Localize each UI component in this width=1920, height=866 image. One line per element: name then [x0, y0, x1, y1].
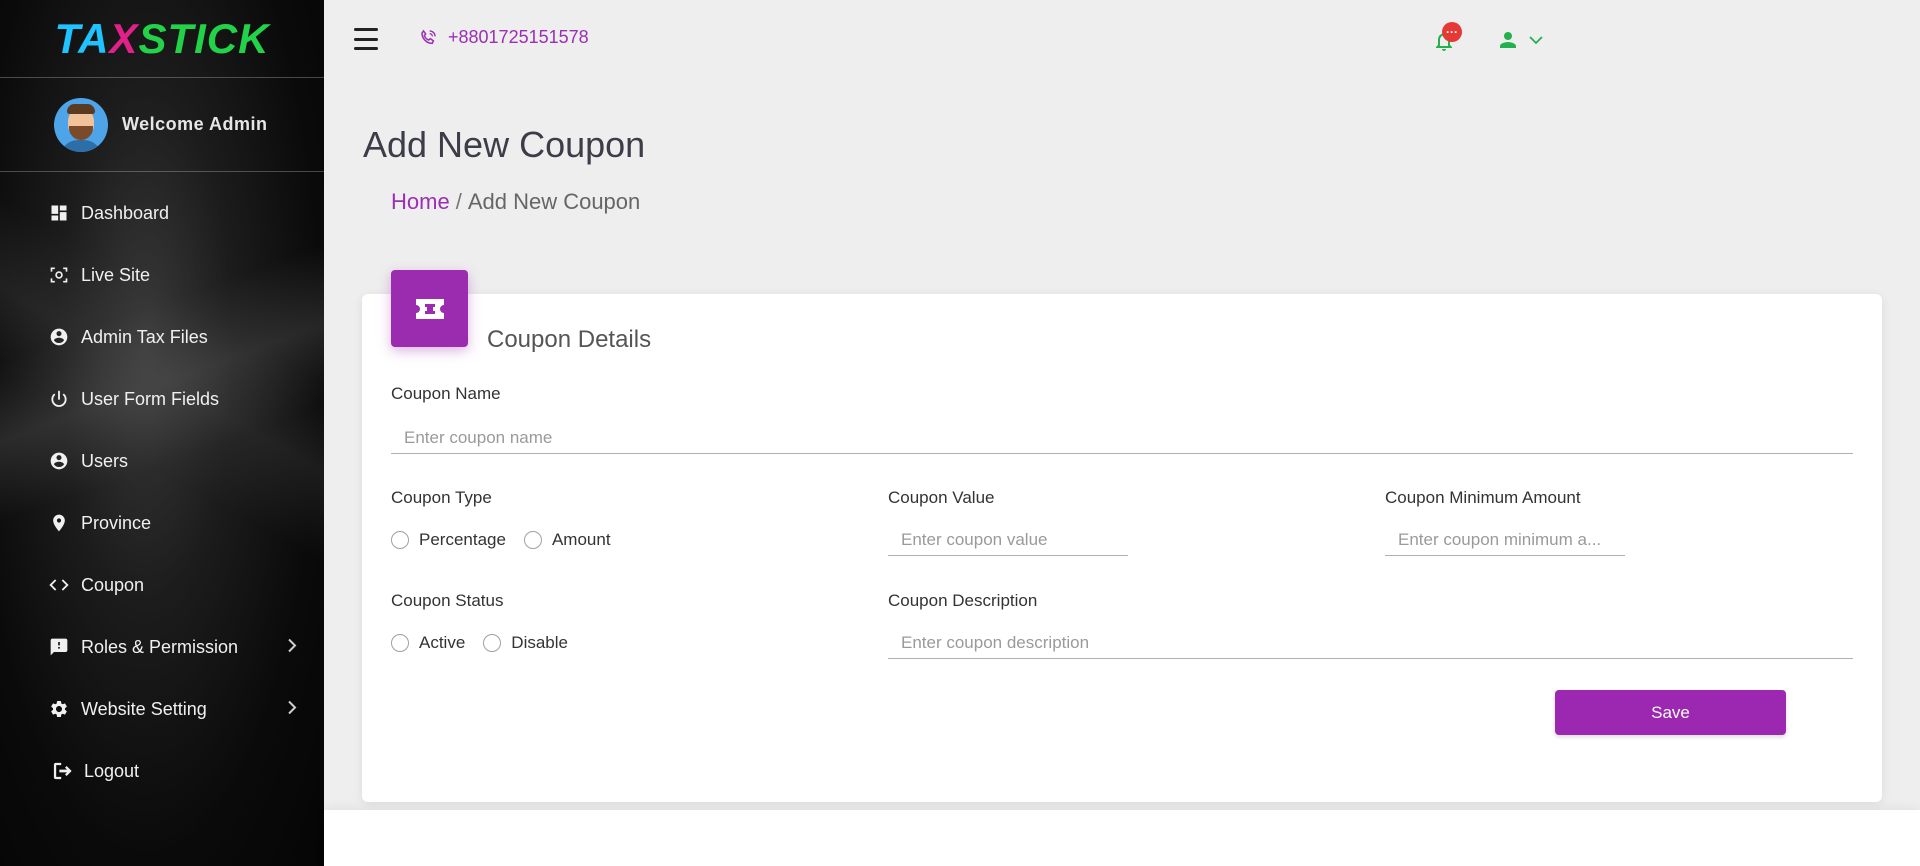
coupon-status-option-label: Disable — [511, 633, 568, 652]
coupon-status-label: Coupon Status — [391, 591, 504, 610]
logo-text-part-1: TA — [54, 14, 110, 62]
ticket-icon — [391, 270, 468, 347]
user-account-menu[interactable] — [1496, 28, 1552, 52]
coupon-description-label: Coupon Description — [888, 591, 1038, 610]
power-icon — [48, 388, 70, 410]
logo-text-part-2: X — [109, 14, 139, 62]
coupon-status-option-label: Active — [419, 633, 466, 652]
logout-icon — [52, 760, 74, 782]
breadcrumb-current: Add New Coupon — [467, 189, 641, 214]
account-circle-icon — [48, 326, 70, 348]
card-title: Coupon Details — [487, 326, 652, 353]
chevron-right-icon — [286, 699, 298, 720]
coupon-name-label: Coupon Name — [391, 384, 501, 403]
phone-number: +8801725151578 — [448, 27, 589, 47]
logo-text-part-3: STICK — [138, 14, 270, 62]
coupon-status-disable-radio[interactable] — [483, 634, 502, 652]
coupon-type-option-label: Percentage — [419, 530, 506, 549]
logo-area: TAXSTICK — [0, 0, 324, 78]
screen-icon — [48, 264, 70, 286]
coupon-type-option-label: Amount — [551, 530, 611, 549]
sidebar-item-logout[interactable]: Logout — [0, 740, 324, 802]
sidebar-item-label: Dashboard — [81, 202, 170, 223]
coupon-description-input[interactable] — [888, 627, 1853, 659]
sidebar-item-user-form-fields[interactable]: User Form Fields — [0, 368, 324, 430]
coupon-minimum-amount-input[interactable] — [1385, 524, 1625, 556]
sidebar-item-website-setting[interactable]: Website Setting — [0, 678, 324, 740]
coupon-minimum-amount-label: Coupon Minimum Amount — [1385, 488, 1581, 507]
code-icon — [48, 574, 70, 596]
sidebar-item-label: Logout — [84, 760, 140, 781]
sidebar-item-label: Coupon — [81, 574, 145, 595]
phone-icon — [421, 29, 436, 44]
sidebar-item-label: Admin Tax Files — [81, 326, 208, 347]
dashboard-icon — [48, 202, 70, 224]
sidebar-item-label: User Form Fields — [81, 388, 220, 409]
sidebar-item-label: Roles & Permission — [81, 636, 239, 657]
coupon-type-radio-group: Percentage Amount — [391, 530, 629, 550]
sidebar-item-province[interactable]: Province — [0, 492, 324, 554]
coupon-type-percentage-radio[interactable] — [391, 531, 409, 549]
sidebar-item-admin-tax-files[interactable]: Admin Tax Files — [0, 306, 324, 368]
sidebar-item-dashboard[interactable]: Dashboard — [0, 182, 324, 244]
notification-badge: ··· — [1442, 22, 1462, 42]
gear-icon — [48, 698, 70, 720]
coupon-value-label: Coupon Value — [888, 488, 995, 507]
welcome-text: Welcome Admin — [122, 114, 268, 134]
sidebar-item-roles-permission[interactable]: Roles & Permission — [0, 616, 324, 678]
page-title: Add New Coupon — [363, 124, 646, 165]
topbar: +8801725151578 — [324, 0, 1920, 78]
footer-strip — [324, 810, 1920, 866]
chevron-right-icon — [286, 637, 298, 658]
account-circle-icon — [48, 450, 70, 472]
avatar[interactable] — [54, 97, 108, 152]
brand-logo[interactable]: TAXSTICK — [55, 15, 270, 63]
coupon-type-amount-radio[interactable] — [523, 531, 542, 549]
sidebar-item-users[interactable]: Users — [0, 430, 324, 492]
sidebar: TAXSTICK Welcome Admin Dashboard Live Si… — [0, 0, 324, 866]
sidebar-item-label: Province — [81, 512, 152, 533]
sidebar-item-live-site[interactable]: Live Site — [0, 244, 324, 306]
coupon-status-radio-group: Active Disable — [391, 633, 586, 653]
sidebar-item-label: Users — [81, 450, 129, 471]
sidebar-menu: Dashboard Live Site Admin Tax Files User… — [0, 172, 324, 802]
phone-contact[interactable]: +8801725151578 — [418, 27, 589, 48]
sidebar-item-label: Live Site — [81, 264, 151, 285]
feedback-icon — [48, 636, 70, 658]
user-icon — [1500, 32, 1516, 48]
user-profile-block: Welcome Admin — [0, 78, 324, 172]
location-pin-icon — [48, 512, 70, 534]
hamburger-menu-button[interactable] — [354, 28, 378, 50]
coupon-value-input[interactable] — [888, 524, 1128, 556]
coupon-status-active-radio[interactable] — [391, 634, 409, 652]
coupon-name-input[interactable] — [391, 422, 1853, 454]
coupon-type-label: Coupon Type — [391, 488, 492, 507]
breadcrumb-separator: / — [455, 189, 462, 214]
sidebar-item-coupon[interactable]: Coupon — [0, 554, 324, 616]
sidebar-item-label: Website Setting — [81, 698, 207, 719]
chevron-down-icon — [1529, 36, 1543, 45]
breadcrumb: Home / Add New Coupon — [391, 189, 640, 215]
save-button[interactable]: Save — [1555, 690, 1786, 735]
breadcrumb-home-link[interactable]: Home — [391, 189, 450, 214]
